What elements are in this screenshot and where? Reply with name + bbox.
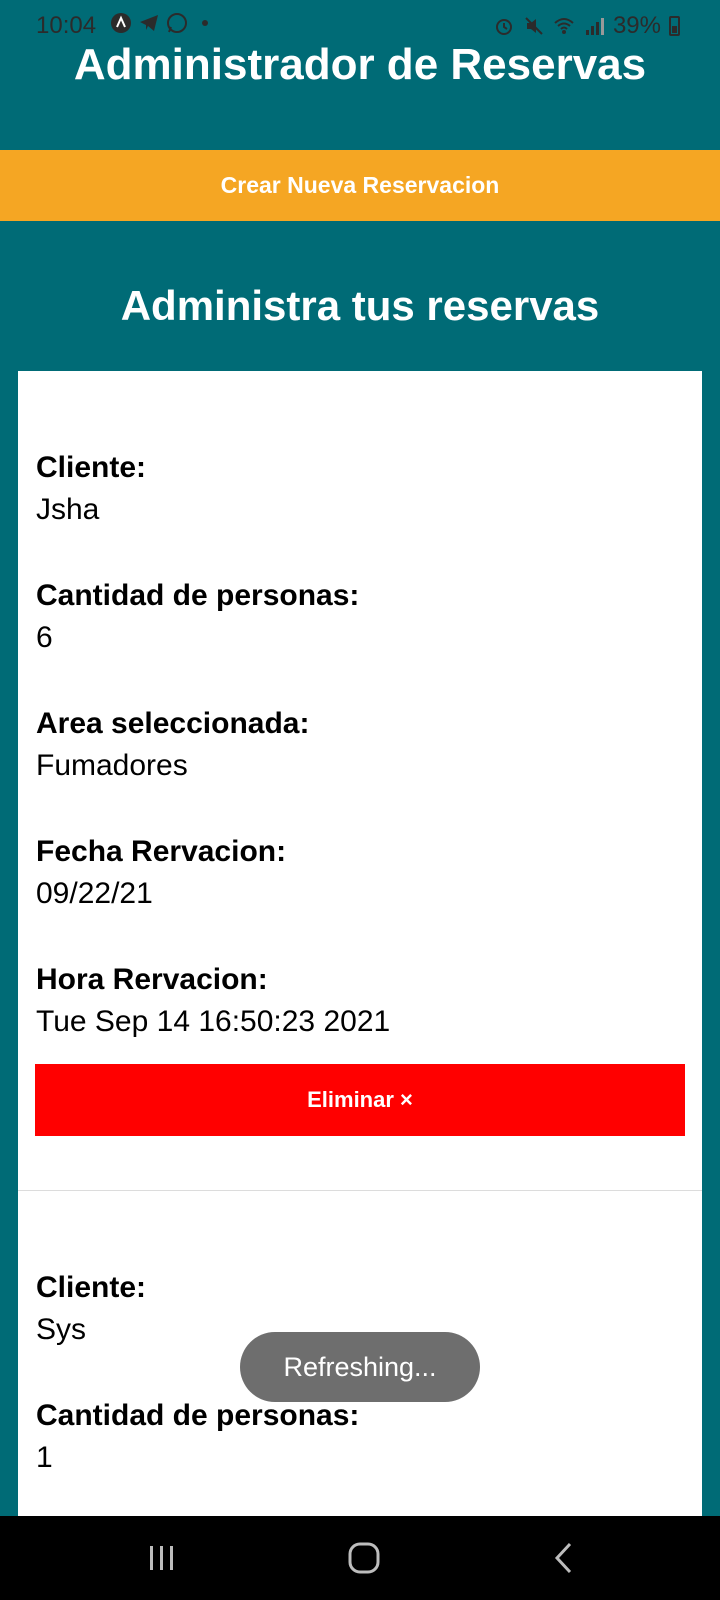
app-notification-icon [111,13,131,33]
home-icon[interactable] [344,1538,384,1578]
mute-icon [525,17,543,35]
time-label: Hora Rervacion: [36,963,268,996]
date-label: Fecha Rervacion: [36,835,287,868]
dot-icon [202,20,208,26]
back-icon[interactable] [545,1538,585,1578]
notification-icons [110,12,216,34]
time-value: Tue Sep 14 16:50:23 2021 [36,1005,391,1038]
signal-icon [585,18,604,35]
delete-button[interactable]: Eliminar × [35,1064,685,1136]
client-value: Sys [36,1313,87,1346]
alarm-icon [495,19,512,35]
status-indicators: 39% [493,12,680,40]
status-time: 10:04 [36,12,97,39]
refreshing-toast: Refreshing... [240,1332,480,1402]
battery-percentage: 39% [612,12,661,39]
app-title: Administrador de Reservas [73,40,647,89]
reservation-card: Cliente: Jsha Cantidad de personas: 6 Ar… [18,371,702,1191]
client-value: Jsha [36,493,100,526]
date-value: 09/22/21 [36,877,153,910]
battery-icon [669,16,680,36]
area-label: Area seleccionada: [36,707,310,740]
system-nav-bar [0,1516,720,1600]
area-value: Fumadores [36,749,188,782]
create-reservation-button[interactable]: Crear Nueva Reservacion [0,150,720,221]
whatsapp-icon [167,13,187,33]
client-label: Cliente: [36,451,147,484]
people-value: 1 [36,1441,53,1474]
people-label: Cantidad de personas: [36,1399,360,1432]
people-label: Cantidad de personas: [36,579,360,612]
recent-apps-icon[interactable] [142,1538,182,1578]
people-value: 6 [36,621,53,654]
telegram-icon [140,15,158,31]
section-title: Administra tus reservas [120,282,600,329]
client-label: Cliente: [36,1271,147,1304]
wifi-icon [554,18,574,34]
